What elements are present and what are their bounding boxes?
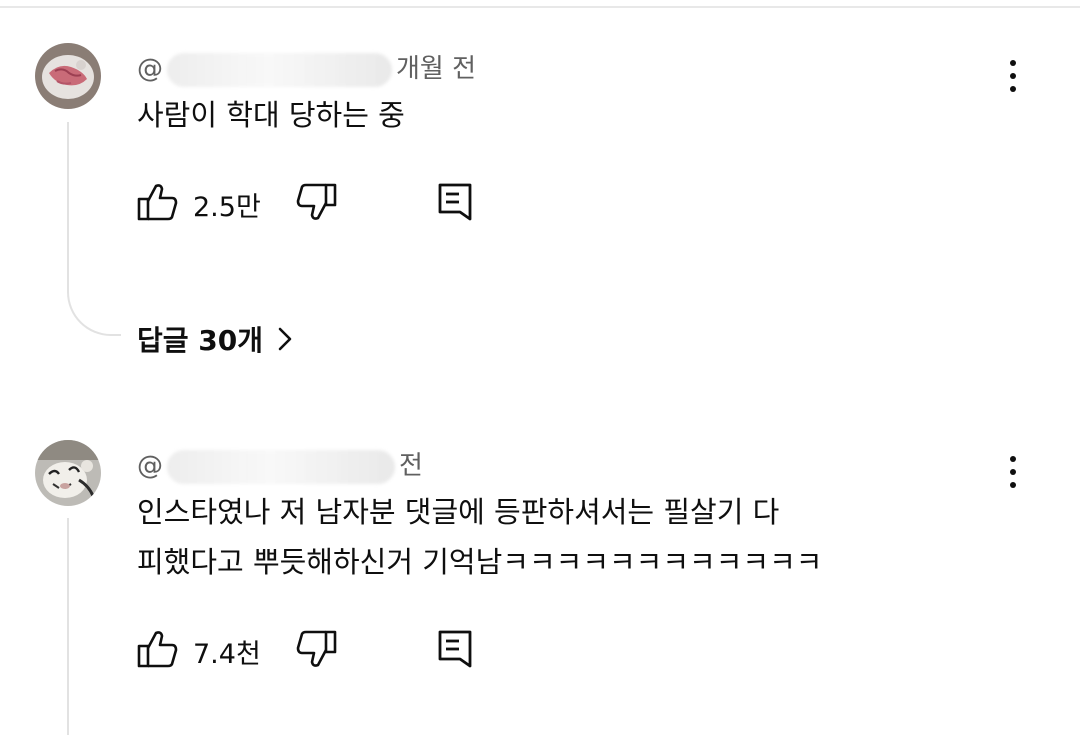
reply-icon — [437, 629, 473, 673]
author-handle[interactable]: @ — [137, 451, 163, 481]
comment-meta: @ 전 — [137, 445, 423, 484]
dislike-button[interactable] — [295, 629, 337, 673]
reply-button[interactable] — [437, 629, 473, 673]
author-redaction — [167, 449, 395, 484]
more-vertical-icon — [1010, 456, 1016, 462]
comment-thread: @ 전 인스타였나 저 남자분 댓글에 등판하셔서는 필살기 다 피했다고 뿌듯해… — [0, 0, 1080, 735]
avatar[interactable] — [35, 440, 101, 506]
thumbs-down-icon — [295, 629, 337, 673]
more-options-button[interactable] — [996, 450, 1030, 494]
like-button[interactable]: 7.4천 — [137, 629, 261, 673]
thumbs-up-icon — [137, 629, 179, 673]
comment-text: 인스타였나 저 남자분 댓글에 등판하셔서는 필살기 다 피했다고 뿌듯해하신거… — [137, 495, 823, 579]
like-count: 7.4천 — [193, 638, 261, 670]
comment-time: 전 — [399, 451, 423, 481]
comment-actions: 7.4천 — [137, 629, 537, 673]
thread-line — [67, 518, 69, 735]
